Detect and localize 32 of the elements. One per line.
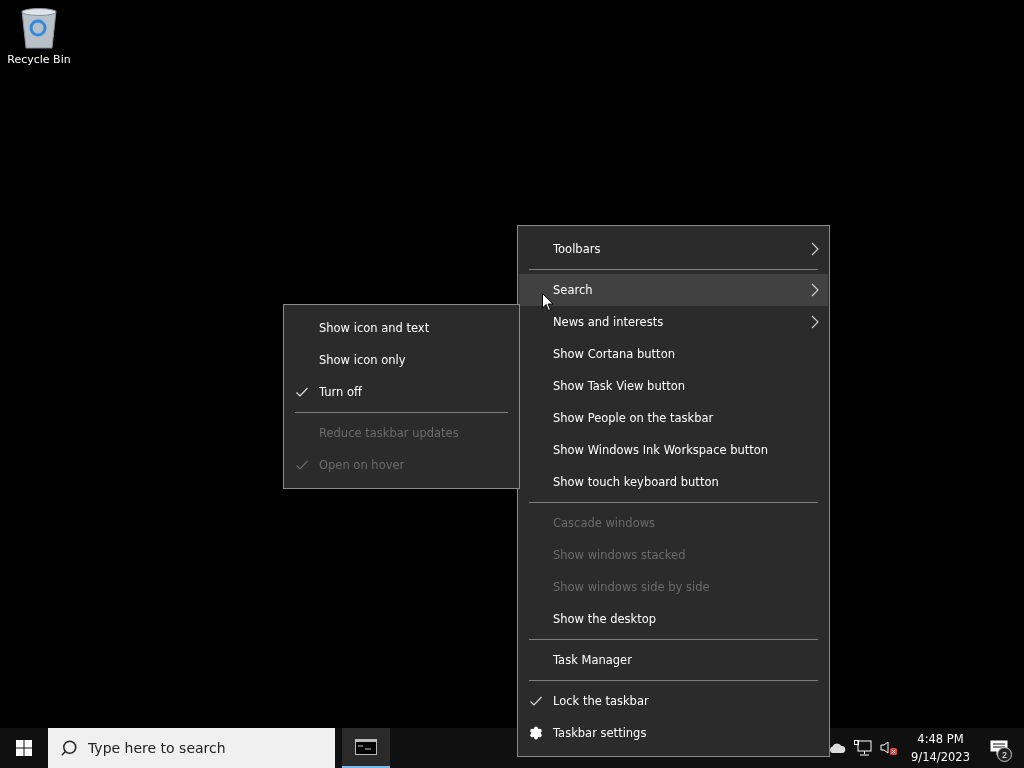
menu-item[interactable]: Show touch keyboard button <box>519 466 828 498</box>
menu-item[interactable]: Lock the taskbar <box>519 685 828 717</box>
menu-item[interactable]: Toolbars <box>519 233 828 265</box>
menu-item[interactable]: Taskbar settings <box>519 717 828 749</box>
menu-item[interactable]: Show the desktop <box>519 603 828 635</box>
clock[interactable]: 4:48 PM 9/14/2023 <box>905 730 976 766</box>
notification-count: 2 <box>997 747 1012 762</box>
menu-item[interactable]: News and interests <box>519 306 828 338</box>
recycle-bin-icon[interactable] <box>19 6 59 50</box>
menu-item[interactable]: Show Cortana button <box>519 338 828 370</box>
menu-item[interactable]: Turn off <box>285 376 518 408</box>
menu-item[interactable]: Show People on the taskbar <box>519 402 828 434</box>
clock-date: 9/14/2023 <box>911 749 970 766</box>
taskbar-app-button[interactable] <box>342 728 390 768</box>
clock-time: 4:48 PM <box>917 731 964 748</box>
muted-speaker-icon[interactable] <box>880 740 899 756</box>
cloud-icon[interactable] <box>828 742 847 754</box>
menu-item[interactable]: Task Manager <box>519 644 828 676</box>
notifications-button[interactable]: 2 <box>982 728 1016 768</box>
search-icon <box>60 739 78 757</box>
windows-logo-icon <box>16 740 32 756</box>
search-field[interactable]: Type here to search <box>48 728 335 768</box>
desktop-icon-label[interactable]: Recycle Bin <box>7 53 71 66</box>
menu-item[interactable]: Search <box>519 274 828 306</box>
menu-item[interactable]: Show Windows Ink Workspace button <box>519 434 828 466</box>
settings-icon <box>529 726 543 740</box>
mouse-pointer-icon <box>542 293 554 312</box>
menu-item[interactable]: Show icon only <box>285 344 518 376</box>
menu-item[interactable]: Show Task View button <box>519 370 828 402</box>
terminal-icon <box>355 739 377 755</box>
network-icon[interactable] <box>854 740 873 756</box>
menu-item[interactable]: Show icon and text <box>285 312 518 344</box>
